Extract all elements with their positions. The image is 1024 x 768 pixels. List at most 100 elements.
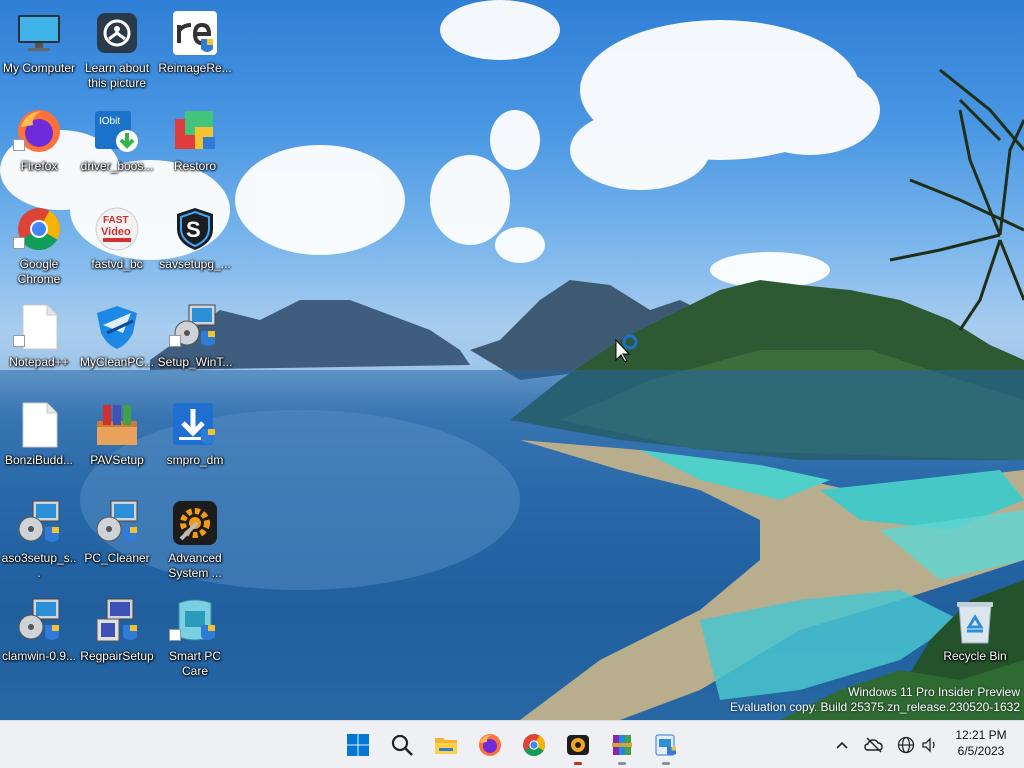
desktop-icon-label: fastvd_bc [91,257,143,271]
file-explorer-icon [435,738,457,754]
gear-icon [173,501,217,545]
file-icon [22,402,58,448]
search-button[interactable] [382,725,422,765]
desktop-icon-fastvd[interactable]: FAST Video fastvd_bc [78,200,156,292]
chevron-up-icon[interactable] [832,735,852,755]
desktop-icon-label: My Computer [2,61,76,75]
taskbar-chrome[interactable] [514,725,554,765]
taskbar-firefox[interactable] [470,725,510,765]
shield-s-icon: S [177,208,213,250]
desktop-icon-bonzibuddy[interactable]: BonziBudd... [0,396,78,488]
desktop-icon-label: smpro_dm [166,453,224,467]
taskbar-winrar[interactable] [602,725,642,765]
monitor-icon [18,15,60,51]
desktop-icon-label: Advanced System ... [168,551,222,580]
network-globe-icon[interactable] [896,735,916,755]
desktop-icon-setup-wint[interactable]: Setup_WinT... [156,298,234,390]
shortcut-arrow-icon [169,335,181,347]
desktop-icon-pc-cleaner[interactable]: PC_Cleaner [78,494,156,586]
svg-text:S: S [186,217,201,242]
start-button[interactable] [338,725,378,765]
fast-video-icon: FAST Video [95,207,139,251]
desktop-icon-label: Recycle Bin [943,649,1007,663]
svg-text:FAST: FAST [103,215,129,226]
firefox-icon [479,734,501,756]
desktop-icon-label: aso3setup_s... [1,551,77,580]
desktop-icon-smpro-dm[interactable]: smpro_dm [156,396,234,488]
desktop-icon-reimage[interactable]: ReimageRe... [156,4,234,96]
desktop-icon-learn-about-picture[interactable]: Learn about this picture [78,4,156,96]
desktop-icon-label: MyCleanPC... [79,355,155,369]
desktop-icon-regpairsetup[interactable]: RegpairSetup [78,592,156,684]
download-icon [173,403,215,445]
clock-date: 6/5/2023 [957,744,1005,758]
desktop-icon-label: Google Chrome [17,257,61,286]
svg-text:Video: Video [101,226,131,238]
setup-icon [18,598,60,640]
camera-icon [97,13,137,53]
desktop-icon-label: Restoro [173,159,217,173]
desktop-icon-firefox[interactable]: Firefox [0,102,78,194]
active-app-indicator [574,762,582,765]
watermark-line: Evaluation copy. Build 25375.zn_release.… [730,700,1020,714]
desktop-icon-label: Setup_WinT... [157,355,233,369]
iobit-icon: IObit [95,111,138,152]
start-icon [347,734,369,756]
recycle-bin-icon [957,602,993,644]
desktop-icon-mycleanpc[interactable]: MyCleanPC... [78,298,156,390]
desktop-icon-label: PC_Cleaner [84,551,150,565]
taskbar-media-app[interactable] [558,725,598,765]
running-app-indicator [618,762,626,765]
media-app-icon [567,735,589,755]
svg-text:IObit: IObit [99,116,120,127]
desktop-icon-savsetup[interactable]: S savsetupg_... [156,200,234,292]
volume-icon[interactable] [920,735,940,755]
search-icon [391,734,413,756]
desktop-icon-restoro[interactable]: Restoro [156,102,234,194]
shortcut-arrow-icon [169,629,181,641]
desktop-icon-driver-booster[interactable]: IObit driver_boos... [78,102,156,194]
desktop-icon-advanced-system[interactable]: Advanced System ... [156,494,234,586]
shortcut-arrow-icon [13,335,25,347]
desktop-icon-aso3setup[interactable]: aso3setup_s... [0,494,78,586]
desktop-icon-label: Notepad++ [9,355,69,369]
desktop-icon-label: clamwin-0.9... [1,649,77,663]
taskbar-file-explorer[interactable] [426,725,466,765]
desktop-icon-label: RegpairSetup [80,649,154,663]
clock-time: 12:21 PM [955,728,1007,742]
desktop-icon-label: Smart PC Care [168,649,221,678]
desktop-icon-recycle-bin[interactable]: Recycle Bin [936,592,1014,684]
windows-watermark: Windows 11 Pro Insider Preview Evaluatio… [730,685,1020,715]
shortcut-arrow-icon [13,139,25,151]
desktop-icon-label: PAVSetup [90,453,144,467]
restoro-icon [175,111,215,149]
setup-icon [18,500,60,542]
desktop-icon-pavsetup[interactable]: PAVSetup [78,396,156,488]
taskbar-clock[interactable]: 12:21 PM 6/5/2023 [952,727,1010,759]
desktop-icon-my-computer[interactable]: My Computer [0,4,78,96]
watermark-line: Windows 11 Pro Insider Preview [848,685,1020,699]
desktop-icon-label: savsetupg_... [159,257,231,271]
desktop-icon-label: BonziBudd... [4,453,74,467]
reimage-icon [173,11,217,55]
setup-icon [96,598,137,642]
desktop[interactable]: My Computer Learn about this picture Rei… [0,0,1024,720]
busy-cursor-icon [615,334,638,362]
shortcut-arrow-icon [13,237,25,249]
setup-icon [96,500,138,542]
taskbar [0,720,1024,768]
taskbar-installer[interactable] [646,725,686,765]
desktop-icon-label: Firefox [20,159,58,173]
desktop-icon-label: Learn about this picture [84,61,150,90]
onedrive-offline-icon[interactable] [864,735,884,755]
desktop-icon-smart-pc-care[interactable]: Smart PC Care [156,592,234,684]
chrome-icon [523,734,545,756]
desktop-icon-google-chrome[interactable]: Google Chrome [0,200,78,292]
running-app-indicator [662,762,670,765]
winrar-icon [612,735,632,755]
desktop-icon-label: ReimageRe... [158,61,232,75]
desktop-icon-notepad-plus-plus[interactable]: Notepad++ [0,298,78,390]
desktop-icon-clamwin[interactable]: clamwin-0.9... [0,592,78,684]
desktop-icon-label: driver_boos... [80,159,154,173]
box-icon [97,405,137,445]
